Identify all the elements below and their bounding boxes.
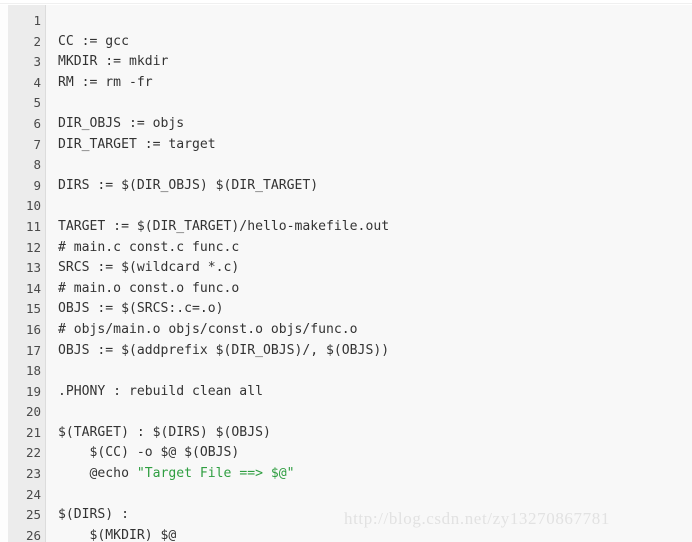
code-line[interactable]: MKDIR := mkdir	[58, 52, 692, 73]
line-number: 11	[25, 218, 41, 234]
code-line[interactable]: $(CC) -o $@ $(OBJS)	[58, 443, 692, 464]
code-line[interactable]	[58, 196, 692, 217]
code-line-text: $(CC) -o $@ $(OBJS)	[58, 445, 240, 461]
code-line-text: DIRS := $(DIR_OBJS) $(DIR_TARGET)	[58, 177, 319, 193]
line-number-list: 1 2 3 4 5 6 7 8 9 10 11 12 13 14 15 16 17 18 19 20 21 22 23 24 2…	[8, 11, 45, 542]
code-line-text: .PHONY : rebuild clean all	[58, 383, 263, 399]
line-number: 16	[25, 321, 41, 337]
line-number: 12	[25, 239, 41, 255]
code-line[interactable]: $(DIRS) :	[58, 505, 692, 526]
line-number: 26	[25, 527, 41, 542]
code-line-text: # main.o const.o func.o	[58, 280, 240, 296]
code-line[interactable]	[58, 93, 692, 114]
line-number: 15	[25, 301, 41, 317]
code-line-text: $(MKDIR) $@	[58, 527, 177, 542]
code-line-text: CC := gcc	[58, 33, 129, 49]
code-line[interactable]: RM := rm -fr	[58, 73, 692, 94]
line-number: 19	[25, 383, 41, 399]
line-number: 18	[25, 363, 41, 379]
code-line[interactable]: # main.o const.o func.o	[58, 279, 692, 300]
line-number: 10	[25, 198, 41, 214]
code-editor: 1 2 3 4 5 6 7 8 9 10 11 12 13 14 15 16 17 18 19 20 21 22 23 24 2…	[0, 0, 692, 542]
code-surface: 1 2 3 4 5 6 7 8 9 10 11 12 13 14 15 16 17 18 19 20 21 22 23 24 2…	[0, 5, 692, 542]
editor-outer-margin	[0, 5, 8, 542]
code-line-text: OBJS := $(SRCS:.c=.o)	[58, 301, 224, 317]
code-line-text: DIR_OBJS := objs	[58, 115, 185, 131]
code-line[interactable]: DIR_OBJS := objs	[58, 114, 692, 135]
line-number: 1	[33, 13, 41, 28]
line-number: 20	[25, 404, 41, 420]
code-line[interactable]: @echo "Target File ==> $@"	[58, 464, 692, 485]
code-line[interactable]: # main.c const.c func.c	[58, 238, 692, 259]
line-number: 24	[25, 486, 41, 502]
code-line-text: # objs/main.o objs/const.o objs/func.o	[58, 321, 358, 337]
line-number: 2	[33, 33, 41, 49]
code-line[interactable]	[58, 485, 692, 506]
line-number: 9	[33, 177, 41, 193]
code-line[interactable]: DIR_TARGET := target	[58, 135, 692, 156]
code-line[interactable]: # objs/main.o objs/const.o objs/func.o	[58, 320, 692, 341]
code-line[interactable]: OBJS := $(addprefix $(DIR_OBJS)/, $(OBJS…	[58, 341, 692, 362]
code-line[interactable]	[58, 402, 692, 423]
code-line-text: MKDIR := mkdir	[58, 54, 169, 70]
line-number-gutter: 1 2 3 4 5 6 7 8 9 10 11 12 13 14 15 16 17 18 19 20 21 22 23 24 2…	[8, 5, 46, 542]
line-number: 13	[25, 260, 41, 276]
line-number: 22	[25, 445, 41, 461]
line-number: 25	[25, 507, 41, 523]
line-number: 21	[25, 424, 41, 440]
line-number: 23	[25, 466, 41, 482]
code-line-text: # main.c const.c func.c	[58, 239, 240, 255]
line-number: 17	[25, 342, 41, 358]
code-line[interactable]: TARGET := $(DIR_TARGET)/hello-makefile.o…	[58, 217, 692, 238]
code-line-text: TARGET := $(DIR_TARGET)/hello-makefile.o…	[58, 218, 390, 234]
code-line[interactable]	[58, 155, 692, 176]
code-line-text: $(DIRS) :	[58, 507, 129, 523]
line-number: 14	[25, 280, 41, 296]
line-number: 6	[33, 115, 41, 131]
code-line-text: OBJS := $(addprefix $(DIR_OBJS)/, $(OBJS…	[58, 342, 390, 358]
line-number: 3	[33, 54, 41, 70]
code-line[interactable]: OBJS := $(SRCS:.c=.o)	[58, 299, 692, 320]
code-line-text: SRCS := $(wildcard *.c)	[58, 260, 240, 276]
code-line-text: $(TARGET) : $(DIRS) $(OBJS)	[58, 424, 271, 440]
code-line[interactable]	[58, 361, 692, 382]
code-line-text: @echo	[58, 466, 137, 482]
code-line[interactable]: .PHONY : rebuild clean all	[58, 382, 692, 403]
code-line[interactable]: $(MKDIR) $@	[58, 526, 692, 542]
code-line-text: DIR_TARGET := target	[58, 136, 216, 152]
code-line[interactable]: DIRS := $(DIR_OBJS) $(DIR_TARGET)	[58, 176, 692, 197]
code-line[interactable]	[58, 11, 692, 32]
code-string-literal: "Target File ==> $@"	[136, 466, 295, 482]
line-number: 5	[33, 95, 41, 111]
code-line[interactable]: $(TARGET) : $(DIRS) $(OBJS)	[58, 423, 692, 444]
code-line[interactable]: SRCS := $(wildcard *.c)	[58, 258, 692, 279]
code-content[interactable]: CC := gcc MKDIR := mkdir RM := rm -fr DIR_O…	[58, 11, 692, 542]
line-number: 4	[33, 74, 41, 90]
code-line-text: RM := rm -fr	[58, 74, 153, 90]
line-number: 7	[33, 136, 41, 152]
editor-top-strip	[0, 0, 692, 4]
code-line[interactable]: CC := gcc	[58, 32, 692, 53]
line-number: 8	[33, 157, 41, 173]
